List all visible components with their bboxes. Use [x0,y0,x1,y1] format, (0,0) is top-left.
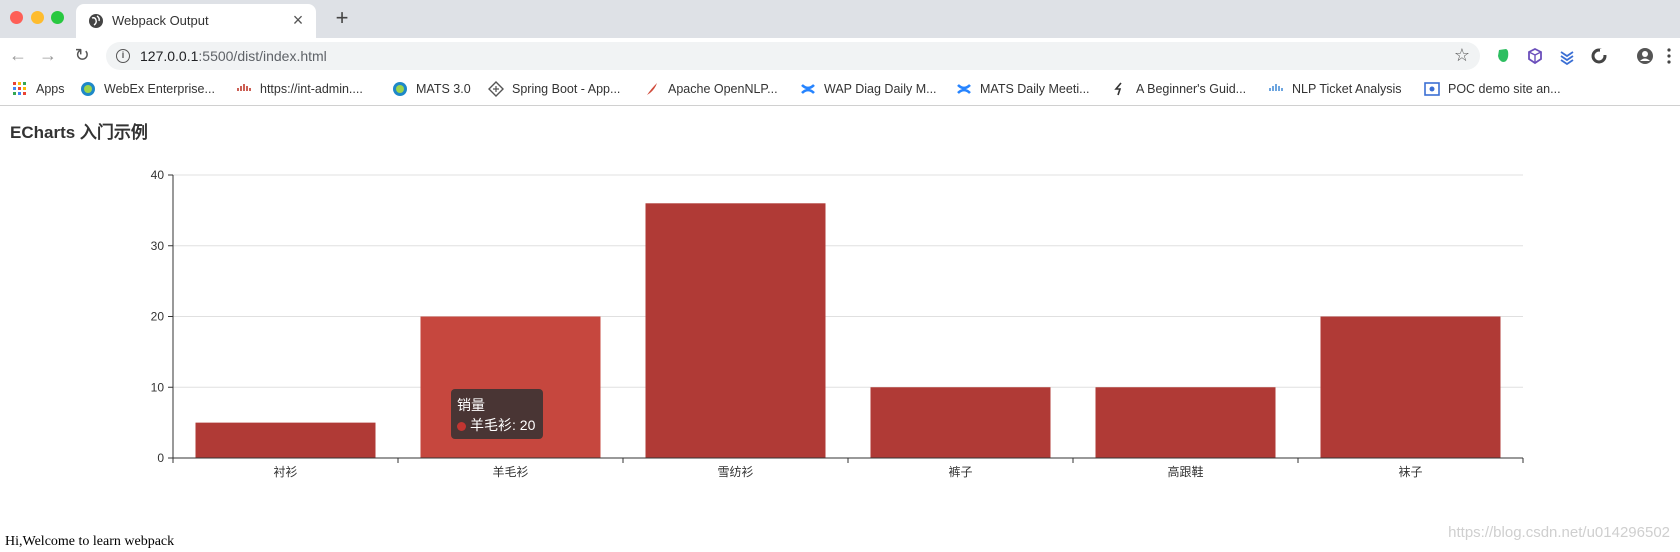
bookmark-apps[interactable]: Apps [12,80,65,98]
spring-icon [488,81,504,97]
bookmark-label: POC demo site an... [1448,82,1561,96]
y-tick-label: 20 [151,310,165,324]
browser-tab[interactable]: Webpack Output × [76,4,316,38]
watermark-text: https://blog.csdn.net/u014296502 [1448,524,1670,541]
close-window-button[interactable] [10,11,23,24]
bookmark-webex[interactable]: WebEx Enterprise... [80,80,215,98]
bookmark-wap-diag[interactable]: WAP Diag Daily M... [800,80,937,98]
back-icon[interactable]: ← [6,43,30,67]
bookmark-star-icon[interactable]: ☆ [1454,45,1470,66]
webex-icon [81,82,95,96]
bar [1095,387,1276,458]
site-icon [1424,82,1440,96]
bookmark-nlp-ticket[interactable]: NLP Ticket Analysis [1268,80,1402,98]
globe-icon [89,14,103,28]
tab-strip: Webpack Output × + [0,0,1680,38]
bar [195,422,376,458]
x-tick-label: 羊毛衫 [492,464,528,479]
reload-icon[interactable]: ↻ [70,43,94,67]
bookmarks-bar: Apps WebEx Enterprise... https://int-adm… [0,72,1680,106]
x-tick-label: 袜子 [1398,465,1422,479]
link-icon [1114,82,1122,96]
url-path: :5500/dist/index.html [198,48,327,64]
refresh-extension-icon[interactable] [1590,47,1608,65]
bar [1320,316,1501,458]
x-tick-label: 裤子 [948,465,972,479]
bookmark-label: Spring Boot - App... [512,82,621,96]
bookmark-apache[interactable]: Apache OpenNLP... [644,80,778,98]
evernote-icon[interactable] [1494,47,1512,65]
bookmark-label: WAP Diag Daily M... [824,82,937,96]
bookmark-beginners-guide[interactable]: A Beginner's Guid... [1112,80,1246,98]
browser-toolbar: ← → ↻ i 127.0.0.1:5500/dist/index.html ☆ [0,38,1680,72]
cisco-icon [237,84,251,91]
address-bar[interactable]: i 127.0.0.1:5500/dist/index.html ☆ [106,42,1480,70]
y-tick-label: 40 [151,168,165,182]
x-tick-label: 高跟鞋 [1167,464,1203,479]
bookmark-label: NLP Ticket Analysis [1292,82,1402,96]
tab-close-icon[interactable]: × [290,10,306,30]
bookmark-label: Apps [36,82,65,96]
bookmark-int-admin[interactable]: https://int-admin.... [236,80,363,98]
bookmark-label: MATS Daily Meeti... [980,82,1090,96]
tooltip-series-name: 销量 [457,397,485,413]
forward-icon[interactable]: → [36,43,60,67]
chart-tooltip: 销量 羊毛衫: 20 [451,389,543,439]
zoom-window-button[interactable] [51,11,64,24]
bookmark-label: WebEx Enterprise... [104,82,215,96]
x-tick-label: 雪纺衫 [717,465,753,479]
tab-title: Webpack Output [112,13,209,28]
menu-kebab-icon[interactable] [1664,47,1674,65]
apps-grid-icon [13,82,26,95]
info-icon[interactable]: i [116,49,130,63]
page-title: ECharts 入门示例 [10,123,148,142]
y-tick-label: 30 [151,239,165,253]
bookmark-label: Apache OpenNLP... [668,82,778,96]
mats-icon [393,82,407,96]
bookmark-mats-daily[interactable]: MATS Daily Meeti... [956,80,1090,98]
cisco-icon [1269,84,1283,91]
confluence-icon [957,84,971,94]
cube-extension-icon[interactable] [1526,47,1544,65]
confluence-icon [801,84,815,94]
bookmark-spring[interactable]: Spring Boot - App... [488,80,620,98]
url-host: 127.0.0.1 [140,48,199,64]
bar-chart: 0 10 20 30 40 衬衫 羊毛衫 雪纺衫 裤子 高跟鞋 袜子 [151,168,1524,479]
tooltip-item: 羊毛衫: 20 [457,415,537,435]
url-text[interactable]: 127.0.0.1:5500/dist/index.html [140,48,327,64]
tooltip-item-text: 羊毛衫: 20 [470,417,536,433]
tooltip-marker [457,421,466,431]
profile-avatar-icon[interactable] [1636,47,1654,65]
bookmark-mats[interactable]: MATS 3.0 [392,80,471,98]
minimize-window-button[interactable] [31,11,44,24]
apache-feather-icon [647,83,657,95]
y-tick-label: 0 [157,451,164,465]
bar [645,203,826,458]
bookmark-label: https://int-admin.... [260,82,363,96]
y-tick-label: 10 [151,380,165,394]
bookmark-label: A Beginner's Guid... [1136,82,1247,96]
new-tab-button[interactable]: + [330,6,354,30]
bookmark-poc-demo[interactable]: POC demo site an... [1424,80,1561,98]
bookmark-label: MATS 3.0 [416,82,471,96]
welcome-text: Hi,Welcome to learn webpack [5,534,175,549]
bar [870,387,1051,458]
x-tick-label: 衬衫 [273,465,297,479]
layers-extension-icon[interactable] [1558,47,1576,65]
